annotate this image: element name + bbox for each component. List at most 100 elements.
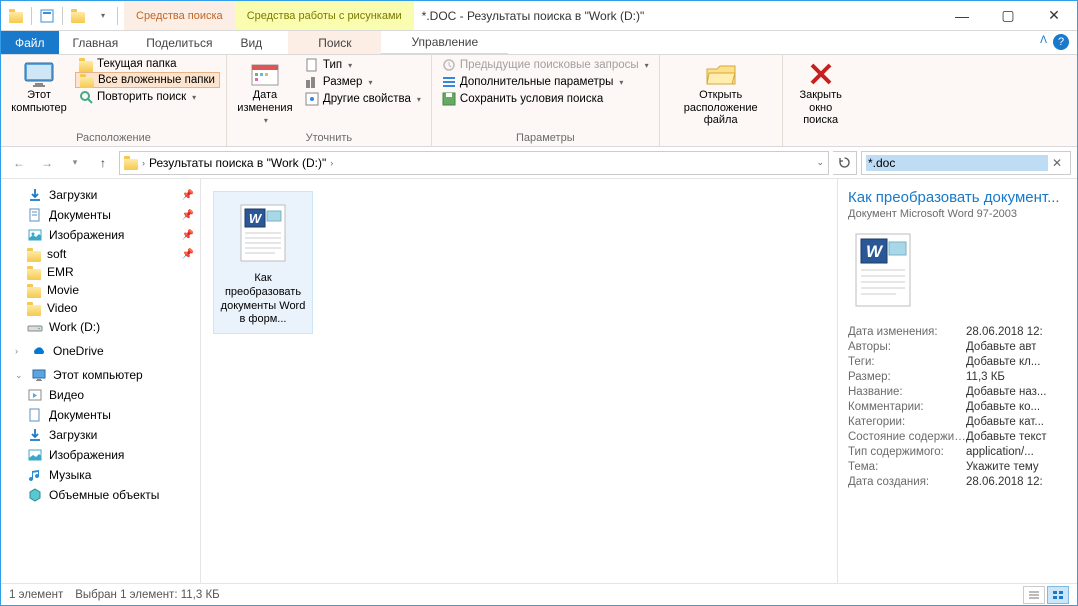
- nav-forward-button[interactable]: →: [35, 151, 59, 175]
- size-button[interactable]: Размер▾: [301, 74, 425, 90]
- tab-search[interactable]: Поиск: [288, 31, 381, 54]
- property-value[interactable]: Добавьте кат...: [966, 416, 1044, 428]
- tree-videos[interactable]: Видео: [1, 385, 200, 405]
- save-search-button[interactable]: Сохранить условия поиска: [438, 91, 653, 107]
- save-icon: [442, 92, 456, 106]
- tree-movie[interactable]: Movie: [1, 281, 200, 299]
- monitor-icon: [23, 61, 55, 87]
- tree-emr[interactable]: EMR: [1, 263, 200, 281]
- property-row[interactable]: Авторы:Добавьте авт: [848, 341, 1067, 353]
- close-button[interactable]: ✕: [1031, 1, 1077, 30]
- current-folder-button[interactable]: Текущая папка: [75, 57, 220, 71]
- property-row[interactable]: Тип содержимого:application/...: [848, 446, 1067, 458]
- this-pc-button[interactable]: Этот компьютер: [7, 57, 71, 118]
- type-button[interactable]: Тип▾: [301, 57, 425, 73]
- qat-new-folder-icon[interactable]: [67, 5, 89, 27]
- search-box[interactable]: ✕: [861, 151, 1071, 175]
- prev-searches-button[interactable]: Предыдущие поисковые запросы▾: [438, 57, 653, 73]
- tree-pictures[interactable]: Изображения📌: [1, 225, 200, 245]
- property-value[interactable]: 28.06.2018 12:: [966, 476, 1043, 488]
- folder-open-icon: [705, 61, 737, 87]
- search-input[interactable]: [866, 155, 1048, 171]
- maximize-button[interactable]: ▢: [985, 1, 1031, 30]
- property-row[interactable]: Категории:Добавьте кат...: [848, 416, 1067, 428]
- folder-icon: [124, 159, 138, 170]
- app-icon[interactable]: [5, 5, 27, 27]
- tree-documents2[interactable]: Документы: [1, 405, 200, 425]
- qat-dropdown-icon[interactable]: ▾: [91, 5, 113, 27]
- property-value[interactable]: Добавьте текст: [966, 431, 1047, 443]
- qat-properties-icon[interactable]: [36, 5, 58, 27]
- address-dropdown-icon[interactable]: ⌄: [816, 157, 824, 168]
- search-clear-icon[interactable]: ✕: [1048, 156, 1066, 170]
- property-row[interactable]: Дата создания:28.06.2018 12:: [848, 476, 1067, 488]
- nav-recent-button[interactable]: ▾: [63, 151, 87, 175]
- tab-share[interactable]: Поделиться: [132, 31, 226, 54]
- refresh-button[interactable]: [833, 151, 857, 175]
- file-tile[interactable]: W Как преобразовать документы Word в фор…: [213, 191, 313, 334]
- view-details-button[interactable]: [1023, 586, 1045, 604]
- tree-work[interactable]: Work (D:): [1, 317, 200, 337]
- other-props-button[interactable]: Другие свойства▾: [301, 91, 425, 107]
- downloads-icon: [27, 187, 43, 203]
- tree-documents[interactable]: Документы📌: [1, 205, 200, 225]
- file-list[interactable]: W Как преобразовать документы Word в фор…: [201, 179, 837, 583]
- status-selection: Выбран 1 элемент: 11,3 КБ: [75, 589, 219, 601]
- property-row[interactable]: Тема:Укажите тему: [848, 461, 1067, 473]
- open-location-button[interactable]: Открыть расположение файла: [666, 57, 776, 131]
- property-row[interactable]: Комментарии:Добавьте ко...: [848, 401, 1067, 413]
- property-row[interactable]: Теги:Добавьте кл...: [848, 356, 1067, 368]
- tree-video[interactable]: Video: [1, 299, 200, 317]
- document-icon: [27, 207, 43, 223]
- tree-soft[interactable]: soft📌: [1, 245, 200, 263]
- contextual-tab-headers: Средства поиска Средства работы с рисунк…: [124, 1, 414, 30]
- advanced-button[interactable]: Дополнительные параметры▾: [438, 74, 653, 90]
- calendar-icon: [250, 61, 280, 87]
- property-row[interactable]: Дата изменения:28.06.2018 12:: [848, 326, 1067, 338]
- help-icon[interactable]: ?: [1053, 34, 1069, 50]
- tree-downloads[interactable]: Загрузки📌: [1, 185, 200, 205]
- ribbon-group-params: Предыдущие поисковые запросы▾ Дополнител…: [432, 55, 660, 146]
- property-value[interactable]: Добавьте наз...: [966, 386, 1046, 398]
- tree-music[interactable]: Музыка: [1, 465, 200, 485]
- svg-text:W: W: [866, 242, 884, 261]
- breadcrumb[interactable]: Результаты поиска в "Work (D:)": [149, 156, 326, 170]
- tree-3d-objects[interactable]: Объемные объекты: [1, 485, 200, 505]
- video-icon: [27, 387, 43, 403]
- property-row[interactable]: Состояние содержим...Добавьте текст: [848, 431, 1067, 443]
- property-value[interactable]: Добавьте авт: [966, 341, 1036, 353]
- ribbon-collapse-icon[interactable]: ᐱ: [1040, 35, 1047, 46]
- nav-tree[interactable]: Загрузки📌 Документы📌 Изображения📌 soft📌 …: [1, 179, 201, 583]
- details-subtitle: Документ Microsoft Word 97-2003: [848, 208, 1067, 220]
- ribbon-group-refine: Дата изменения▾ Тип▾ Размер▾ Другие свой…: [227, 55, 432, 146]
- property-value[interactable]: Добавьте ко...: [966, 401, 1040, 413]
- property-value[interactable]: Добавьте кл...: [966, 356, 1040, 368]
- ribbon-group-location: Этот компьютер Текущая папка Все вложенн…: [1, 55, 227, 146]
- tree-this-pc[interactable]: ⌄Этот компьютер: [1, 365, 200, 385]
- minimize-button[interactable]: —: [939, 1, 985, 30]
- property-value[interactable]: Укажите тему: [966, 461, 1039, 473]
- tab-file[interactable]: Файл: [1, 31, 59, 54]
- nav-up-button[interactable]: ↑: [91, 151, 115, 175]
- address-bar[interactable]: › Результаты поиска в "Work (D:)" › ⌄: [119, 151, 829, 175]
- tab-home[interactable]: Главная: [59, 31, 133, 54]
- property-value[interactable]: 28.06.2018 12:: [966, 326, 1043, 338]
- tree-onedrive[interactable]: ›OneDrive: [1, 341, 200, 361]
- repeat-search-button[interactable]: Повторить поиск▾: [75, 89, 220, 105]
- view-icons-button[interactable]: [1047, 586, 1069, 604]
- all-subfolders-button[interactable]: Все вложенные папки: [75, 72, 220, 88]
- property-label: Тип содержимого:: [848, 446, 966, 458]
- tree-downloads2[interactable]: Загрузки: [1, 425, 200, 445]
- drive-icon: [27, 319, 43, 335]
- close-search-button[interactable]: Закрыть окно поиска: [789, 57, 853, 131]
- tab-view[interactable]: Вид: [226, 31, 276, 54]
- tab-manage[interactable]: Управление: [381, 31, 508, 54]
- property-row[interactable]: Название:Добавьте наз...: [848, 386, 1067, 398]
- property-value[interactable]: application/...: [966, 446, 1034, 458]
- tree-pictures2[interactable]: Изображения: [1, 445, 200, 465]
- nav-back-button[interactable]: ←: [7, 151, 31, 175]
- property-row[interactable]: Размер:11,3 КБ: [848, 371, 1067, 383]
- date-modified-button[interactable]: Дата изменения▾: [233, 57, 297, 129]
- cloud-icon: [31, 343, 47, 359]
- property-value[interactable]: 11,3 КБ: [966, 371, 1005, 383]
